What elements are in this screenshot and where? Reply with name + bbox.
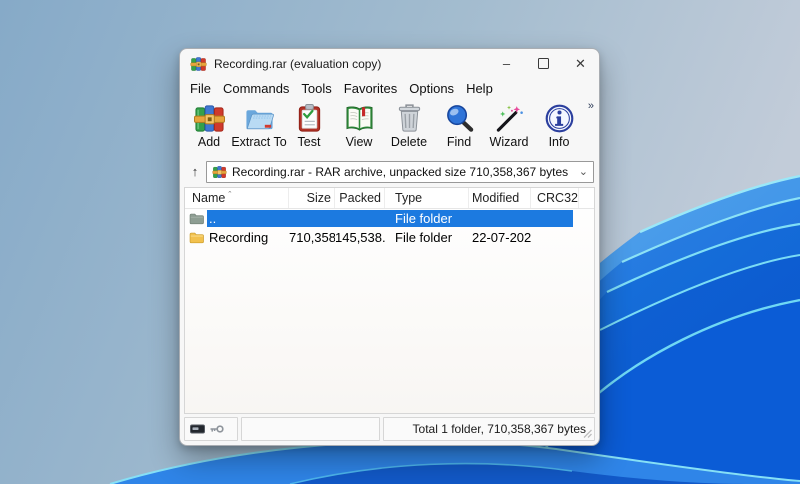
addressbar: ↑ Recording.rar - RAR archive, unpacked …	[180, 159, 599, 187]
test-clipboard-icon	[294, 103, 325, 134]
column-header-packed[interactable]: Packed	[335, 188, 385, 208]
resize-grip[interactable]	[582, 428, 593, 439]
delete-button[interactable]: Delete	[384, 101, 434, 149]
sort-ascending-icon: ˆ	[228, 190, 231, 200]
up-directory-button[interactable]: ↑	[184, 162, 206, 182]
chevron-down-icon: ⌄	[579, 165, 588, 178]
row-packed: 145,538...	[335, 230, 385, 245]
minimize-button[interactable]: –	[488, 49, 525, 78]
toolbar: Add Extract To Test	[180, 99, 599, 159]
wizard-label: Wizard	[490, 135, 529, 149]
column-header-modified[interactable]: Modified	[469, 188, 531, 208]
info-button[interactable]: Info	[534, 101, 584, 149]
row-cells: Recording 710,358... 145,538... File fol…	[207, 229, 573, 246]
selection-highlight: .. File folder	[207, 210, 573, 227]
winrar-app-icon	[190, 56, 207, 72]
menu-favorites[interactable]: Favorites	[338, 81, 403, 96]
status-icons-cell	[184, 417, 238, 441]
menu-commands[interactable]: Commands	[217, 81, 295, 96]
find-magnifier-icon	[444, 103, 475, 134]
file-list: Name ˆ Size Packed Type Modified CRC32	[184, 187, 595, 414]
list-empty-area	[185, 247, 594, 413]
info-label: Info	[549, 135, 570, 149]
titlebar[interactable]: Recording.rar (evaluation copy) – ✕	[180, 49, 599, 78]
delete-trash-icon	[394, 103, 425, 134]
row-size: 710,358...	[289, 230, 335, 245]
folder-up-icon	[185, 213, 207, 225]
archive-path-combobox[interactable]: Recording.rar - RAR archive, unpacked si…	[206, 161, 594, 183]
column-header-size[interactable]: Size	[289, 188, 335, 208]
test-button[interactable]: Test	[284, 101, 334, 149]
minimize-icon: –	[503, 56, 510, 71]
menubar: File Commands Tools Favorites Options He…	[180, 78, 599, 99]
row-type: File folder	[385, 211, 469, 226]
add-button[interactable]: Add	[184, 101, 234, 149]
menu-tools[interactable]: Tools	[295, 81, 337, 96]
column-header-type[interactable]: Type	[385, 188, 469, 208]
menu-file[interactable]: File	[184, 81, 217, 96]
extract-folder-icon	[244, 103, 275, 134]
toolbar-overflow-chevron[interactable]: »	[588, 100, 594, 112]
row-type: File folder	[385, 230, 469, 245]
delete-label: Delete	[391, 135, 427, 149]
column-header-crc32[interactable]: CRC32	[531, 188, 579, 208]
drive-icon[interactable]	[190, 424, 205, 434]
info-circle-icon	[544, 103, 575, 134]
folder-icon	[185, 232, 207, 244]
column-header-name[interactable]: Name ˆ	[185, 188, 289, 208]
row-name: Recording	[207, 230, 289, 245]
test-label: Test	[298, 135, 321, 149]
archive-mini-icon	[212, 165, 227, 179]
archive-path-value: Recording.rar - RAR archive, unpacked si…	[232, 165, 574, 179]
table-row-recording[interactable]: Recording 710,358... 145,538... File fol…	[185, 228, 594, 247]
menu-help[interactable]: Help	[460, 81, 499, 96]
close-button[interactable]: ✕	[562, 49, 599, 78]
status-total-cell: Total 1 folder, 710,358,367 bytes	[383, 417, 595, 441]
extract-to-label: Extract To	[231, 135, 286, 149]
status-message-cell	[241, 417, 380, 441]
key-icon[interactable]	[209, 424, 224, 434]
view-label: View	[346, 135, 373, 149]
menu-options[interactable]: Options	[403, 81, 460, 96]
window-title: Recording.rar (evaluation copy)	[214, 57, 381, 71]
window-controls: – ✕	[488, 49, 599, 78]
row-name: ..	[207, 211, 289, 226]
view-button[interactable]: View	[334, 101, 384, 149]
winrar-window: Recording.rar (evaluation copy) – ✕ File…	[179, 48, 600, 446]
close-icon: ✕	[575, 56, 586, 72]
find-button[interactable]: Find	[434, 101, 484, 149]
maximize-button[interactable]	[525, 49, 562, 78]
up-arrow-icon: ↑	[192, 164, 199, 179]
find-label: Find	[447, 135, 471, 149]
row-modified: 22-07-202...	[469, 230, 531, 245]
wizard-wand-icon	[494, 103, 525, 134]
extract-to-button[interactable]: Extract To	[234, 101, 284, 149]
winrar-archive-icon	[194, 103, 225, 134]
add-label: Add	[198, 135, 220, 149]
view-book-icon	[344, 103, 375, 134]
statusbar: Total 1 folder, 710,358,367 bytes	[184, 417, 595, 441]
desktop: Recording.rar (evaluation copy) – ✕ File…	[0, 0, 800, 484]
table-row-parent-dir[interactable]: .. File folder	[185, 209, 594, 228]
wizard-button[interactable]: Wizard	[484, 101, 534, 149]
maximize-icon	[538, 58, 549, 69]
status-total-text: Total 1 folder, 710,358,367 bytes	[413, 422, 586, 436]
list-header: Name ˆ Size Packed Type Modified CRC32	[185, 188, 594, 209]
